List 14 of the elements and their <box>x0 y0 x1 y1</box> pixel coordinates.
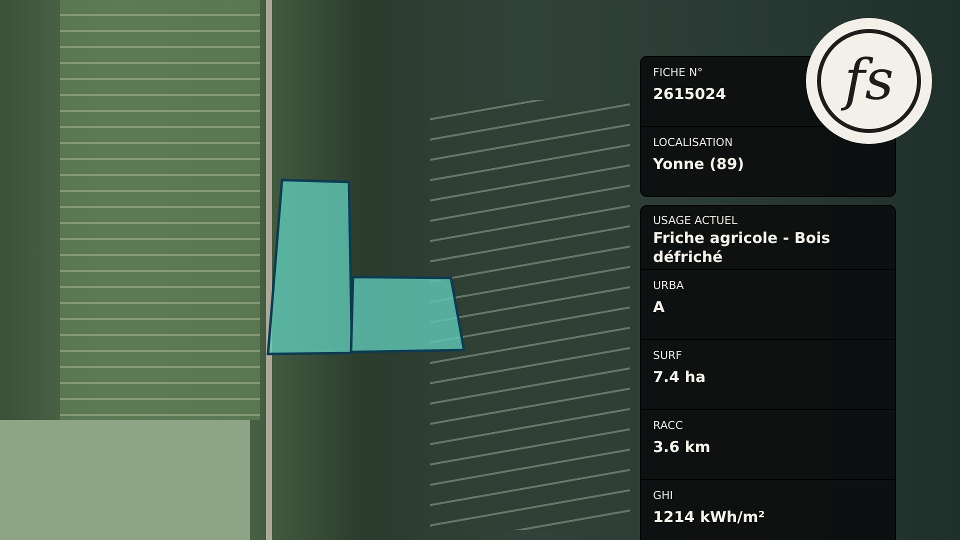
field-value: 2615024 <box>653 85 728 105</box>
field-value: Yonne (89) <box>653 155 746 175</box>
field-label: URBA <box>653 279 685 293</box>
field-value: A <box>653 298 666 318</box>
field-value: 3.6 km <box>653 438 712 458</box>
field-value: Friche agricole - Bois défriché <box>653 229 832 268</box>
field-label: FICHE N° <box>653 66 704 80</box>
field-value: 1214 kWh/m² <box>653 508 766 528</box>
field-label: LOCALISATION <box>653 136 734 150</box>
field-label: USAGE ACTUEL <box>653 214 738 228</box>
field-label: RACC <box>653 419 684 433</box>
field-label: SURF <box>653 349 684 363</box>
field-label: GHI <box>653 489 674 503</box>
field-value: 7.4 ha <box>653 368 707 388</box>
